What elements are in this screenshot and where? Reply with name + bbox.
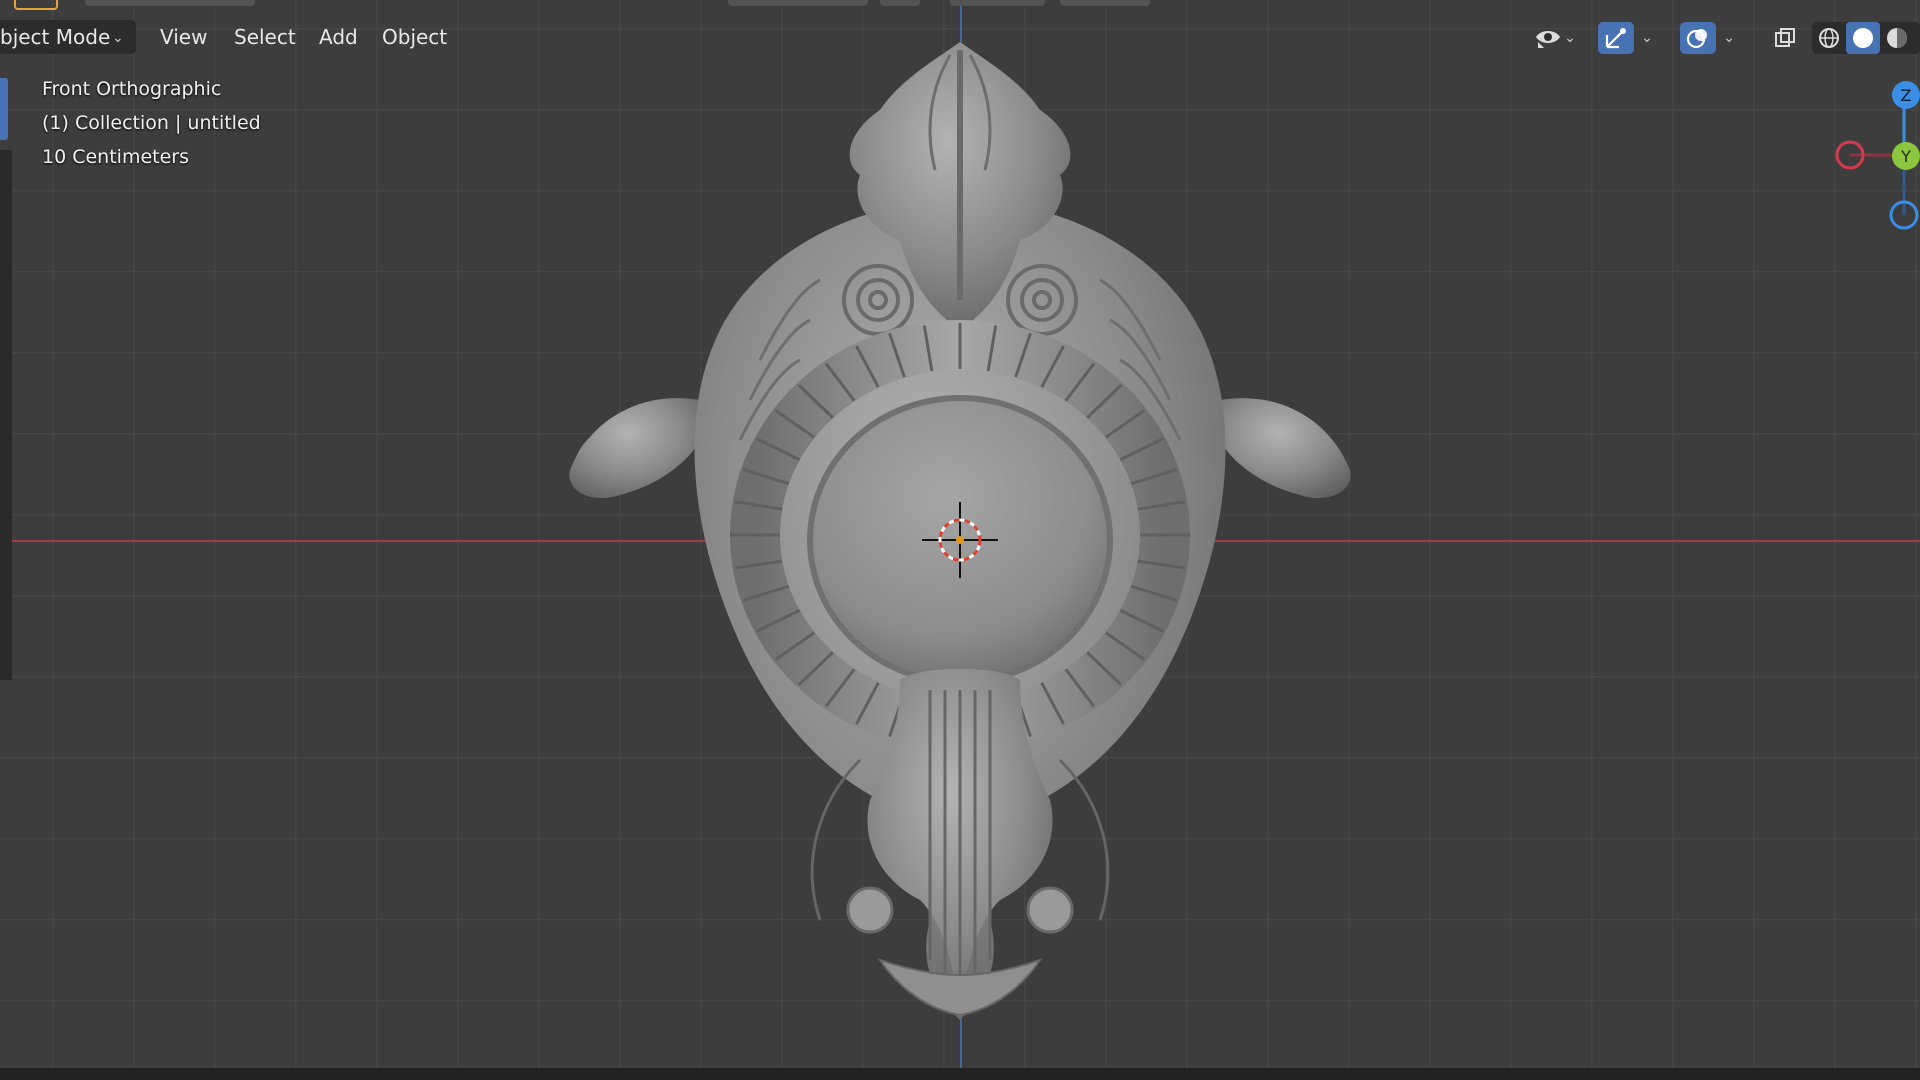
toolbar-handle[interactable] [0,78,8,140]
grid-scale-label: 10 Centimeters [42,146,189,168]
gizmo-y-label: Y [1900,147,1911,166]
chevron-down-icon: ⌄ [112,30,124,46]
gizmo-z-label: Z [1901,86,1912,105]
menu-select[interactable]: Select [228,22,302,52]
bottom-divider [0,1068,1920,1080]
navigation-gizmo[interactable]: Z Y [1810,70,1920,240]
menu-view[interactable]: View [154,22,213,52]
collection-label: (1) Collection | untitled [42,112,261,134]
interaction-mode-label: bject Mode [0,25,111,49]
toolbar-strip[interactable] [0,150,12,680]
interaction-mode-dropdown[interactable]: bject Mode ⌄ [0,20,136,54]
ornament-model[interactable] [0,0,1920,1068]
menu-object[interactable]: Object [376,22,453,52]
view-name-label: Front Orthographic [42,78,222,100]
menu-add[interactable]: Add [313,22,364,52]
